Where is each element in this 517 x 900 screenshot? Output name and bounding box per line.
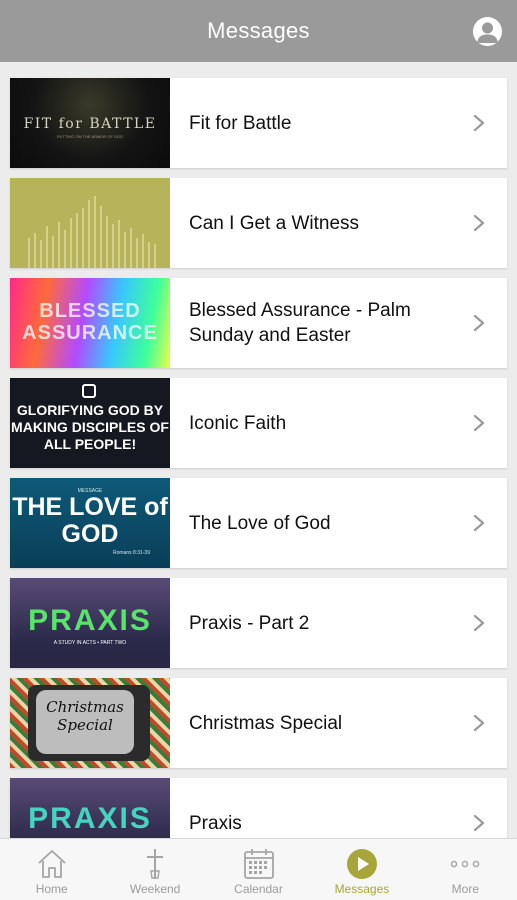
tab-home[interactable]: Home <box>0 839 103 900</box>
waveform-graphic <box>28 196 156 268</box>
message-title: Christmas Special <box>189 712 343 734</box>
tab-label: Messages <box>334 882 390 896</box>
tab-label: More <box>451 882 479 896</box>
message-title: Blessed Assurance - Palm Sunday and East… <box>189 300 411 346</box>
tab-label: Home <box>35 882 68 896</box>
list-item[interactable]: PRAXIS Praxis <box>10 778 507 838</box>
thumbnail-subtext: PUTTING ON THE ARMOR OF GOD <box>56 134 124 139</box>
message-title: Praxis - Part 2 <box>189 612 310 634</box>
message-title: The Love of God <box>189 512 331 534</box>
thumbnail-text: THE LOVE of GOD <box>12 493 168 548</box>
message-thumbnail: FIT for BATTLE PUTTING ON THE ARMOR OF G… <box>10 78 170 168</box>
chevron-right-icon <box>473 114 485 132</box>
tab-weekend[interactable]: Weekend <box>103 839 206 900</box>
tab-calendar[interactable]: Calendar <box>207 839 310 900</box>
tab-bar: Home Weekend Calendar Messages More <box>0 838 517 900</box>
chevron-right-icon <box>473 614 485 632</box>
thumbnail-text: GLORIFYING GOD BY MAKING DISCIPLES OF AL… <box>11 402 169 452</box>
message-thumbnail: PRAXIS <box>10 778 170 838</box>
message-thumbnail <box>10 178 170 268</box>
message-title: Can I Get a Witness <box>189 212 360 234</box>
message-thumbnail: GLORIFYING GOD BY MAKING DISCIPLES OF AL… <box>10 378 170 468</box>
page-title: Messages <box>207 18 310 43</box>
thumbnail-text: PRAXIS <box>28 604 152 637</box>
list-item[interactable]: Can I Get a Witness <box>10 178 507 268</box>
app-header: Messages <box>0 0 517 62</box>
home-icon <box>38 850 66 878</box>
chevron-right-icon <box>473 514 485 532</box>
list-item[interactable]: MESSAGE THE LOVE of GOD Romans 8:31-39 T… <box>10 478 507 568</box>
thumbnail-text: PRAXIS <box>28 802 152 835</box>
play-circle-icon <box>346 849 377 879</box>
chevron-right-icon <box>473 314 485 332</box>
list-item[interactable]: FIT for BATTLE PUTTING ON THE ARMOR OF G… <box>10 78 507 168</box>
thumbnail-text: Christmas Special <box>46 698 124 734</box>
list-item[interactable]: PRAXIS A STUDY IN ACTS • PART TWO Praxis… <box>10 578 507 668</box>
list-item[interactable]: BLESSED ASSURANCE Blessed Assurance - Pa… <box>10 278 507 368</box>
tab-label: Calendar <box>234 882 283 896</box>
tab-more[interactable]: More <box>414 839 517 900</box>
thumbnail-text: FIT for BATTLE <box>23 116 157 132</box>
user-circle-icon[interactable] <box>473 17 502 46</box>
tab-label: Weekend <box>129 882 181 896</box>
message-thumbnail: BLESSED ASSURANCE <box>10 278 170 368</box>
thumbnail-reference: Romans 8:31-39 <box>113 550 150 556</box>
more-dots-icon <box>451 860 480 868</box>
message-thumbnail: MESSAGE THE LOVE of GOD Romans 8:31-39 <box>10 478 170 568</box>
list-item[interactable]: GLORIFYING GOD BY MAKING DISCIPLES OF AL… <box>10 378 507 468</box>
calendar-icon <box>243 849 274 879</box>
message-title: Iconic Faith <box>189 412 287 434</box>
chevron-right-icon <box>473 214 485 232</box>
church-logo-icon <box>82 384 96 398</box>
chevron-right-icon <box>473 814 485 832</box>
message-title: Praxis <box>189 812 242 834</box>
cross-icon <box>147 849 164 879</box>
messages-list[interactable]: FIT for BATTLE PUTTING ON THE ARMOR OF G… <box>0 62 517 838</box>
message-title: Fit for Battle <box>189 112 292 134</box>
thumbnail-subtext: A STUDY IN ACTS • PART TWO <box>53 640 127 646</box>
thumbnail-text: BLESSED ASSURANCE <box>22 300 158 344</box>
message-thumbnail: PRAXIS A STUDY IN ACTS • PART TWO <box>10 578 170 668</box>
message-thumbnail: Christmas Special <box>10 678 170 768</box>
list-item[interactable]: Christmas Special Christmas Special <box>10 678 507 768</box>
tab-messages[interactable]: Messages <box>310 839 413 900</box>
chevron-right-icon <box>473 714 485 732</box>
chevron-right-icon <box>473 414 485 432</box>
